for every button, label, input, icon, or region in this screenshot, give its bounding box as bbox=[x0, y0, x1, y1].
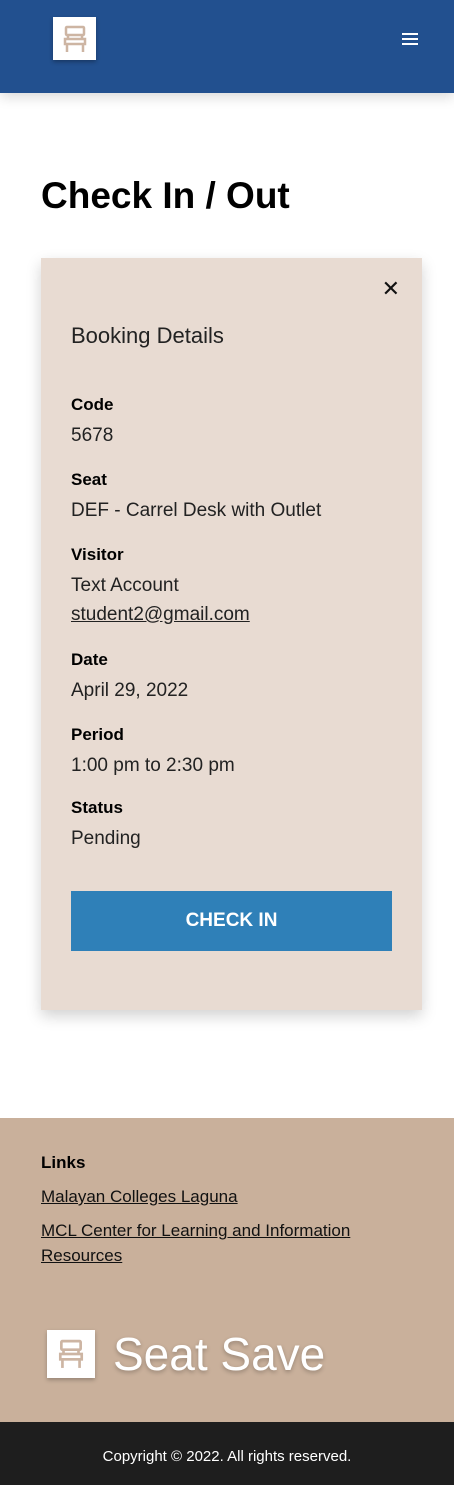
label: Seat bbox=[71, 470, 107, 489]
footer-link-mcl[interactable]: Malayan Colleges Laguna bbox=[41, 1184, 381, 1209]
hamburger-icon[interactable] bbox=[402, 33, 418, 47]
value: DEF - Carrel Desk with Outlet bbox=[71, 500, 322, 521]
field-code: Code 5678 bbox=[71, 395, 114, 450]
value: Pending bbox=[71, 828, 141, 849]
label: Visitor bbox=[71, 545, 124, 564]
page-title: Check In / Out bbox=[41, 175, 290, 216]
chair-icon bbox=[58, 1339, 84, 1368]
brand-name: Seat Save bbox=[113, 1328, 326, 1380]
visitor-email-link[interactable]: student2@gmail.com bbox=[71, 604, 250, 625]
links-title: Links bbox=[41, 1153, 86, 1172]
field-period: Period 1:00 pm to 2:30 pm bbox=[71, 725, 235, 780]
card-title: Booking Details bbox=[71, 323, 224, 348]
label: Code bbox=[71, 395, 114, 414]
label: Status bbox=[71, 798, 123, 817]
field-status: Status Pending bbox=[71, 798, 141, 853]
check-in-button[interactable]: CHECK IN bbox=[71, 891, 392, 951]
logo[interactable] bbox=[53, 17, 96, 60]
value: 5678 bbox=[71, 425, 114, 446]
field-visitor: Visitor Text Account student2@gmail.com bbox=[71, 545, 250, 629]
label: Period bbox=[71, 725, 124, 744]
booking-details-card: ✕ Booking Details Code 5678 Seat DEF - Car… bbox=[41, 258, 422, 1010]
field-seat: Seat DEF - Carrel Desk with Outlet bbox=[71, 470, 321, 525]
value: Text Account bbox=[71, 575, 179, 596]
close-icon[interactable]: ✕ bbox=[382, 276, 400, 302]
brand-logo: Seat Save bbox=[47, 1327, 325, 1381]
header bbox=[0, 0, 454, 93]
label: Date bbox=[71, 650, 108, 669]
value: April 29, 2022 bbox=[71, 680, 189, 701]
footer: Links Malayan Colleges Laguna MCL Center… bbox=[0, 1118, 454, 1422]
value: 1:00 pm to 2:30 pm bbox=[71, 755, 235, 776]
copyright: Copyright © 2022. All rights reserved. bbox=[0, 1422, 454, 1485]
field-date: Date April 29, 2022 bbox=[71, 650, 188, 705]
chair-icon bbox=[63, 25, 86, 52]
footer-link-mcl-cli[interactable]: MCL Center for Learning and Information … bbox=[41, 1218, 381, 1268]
